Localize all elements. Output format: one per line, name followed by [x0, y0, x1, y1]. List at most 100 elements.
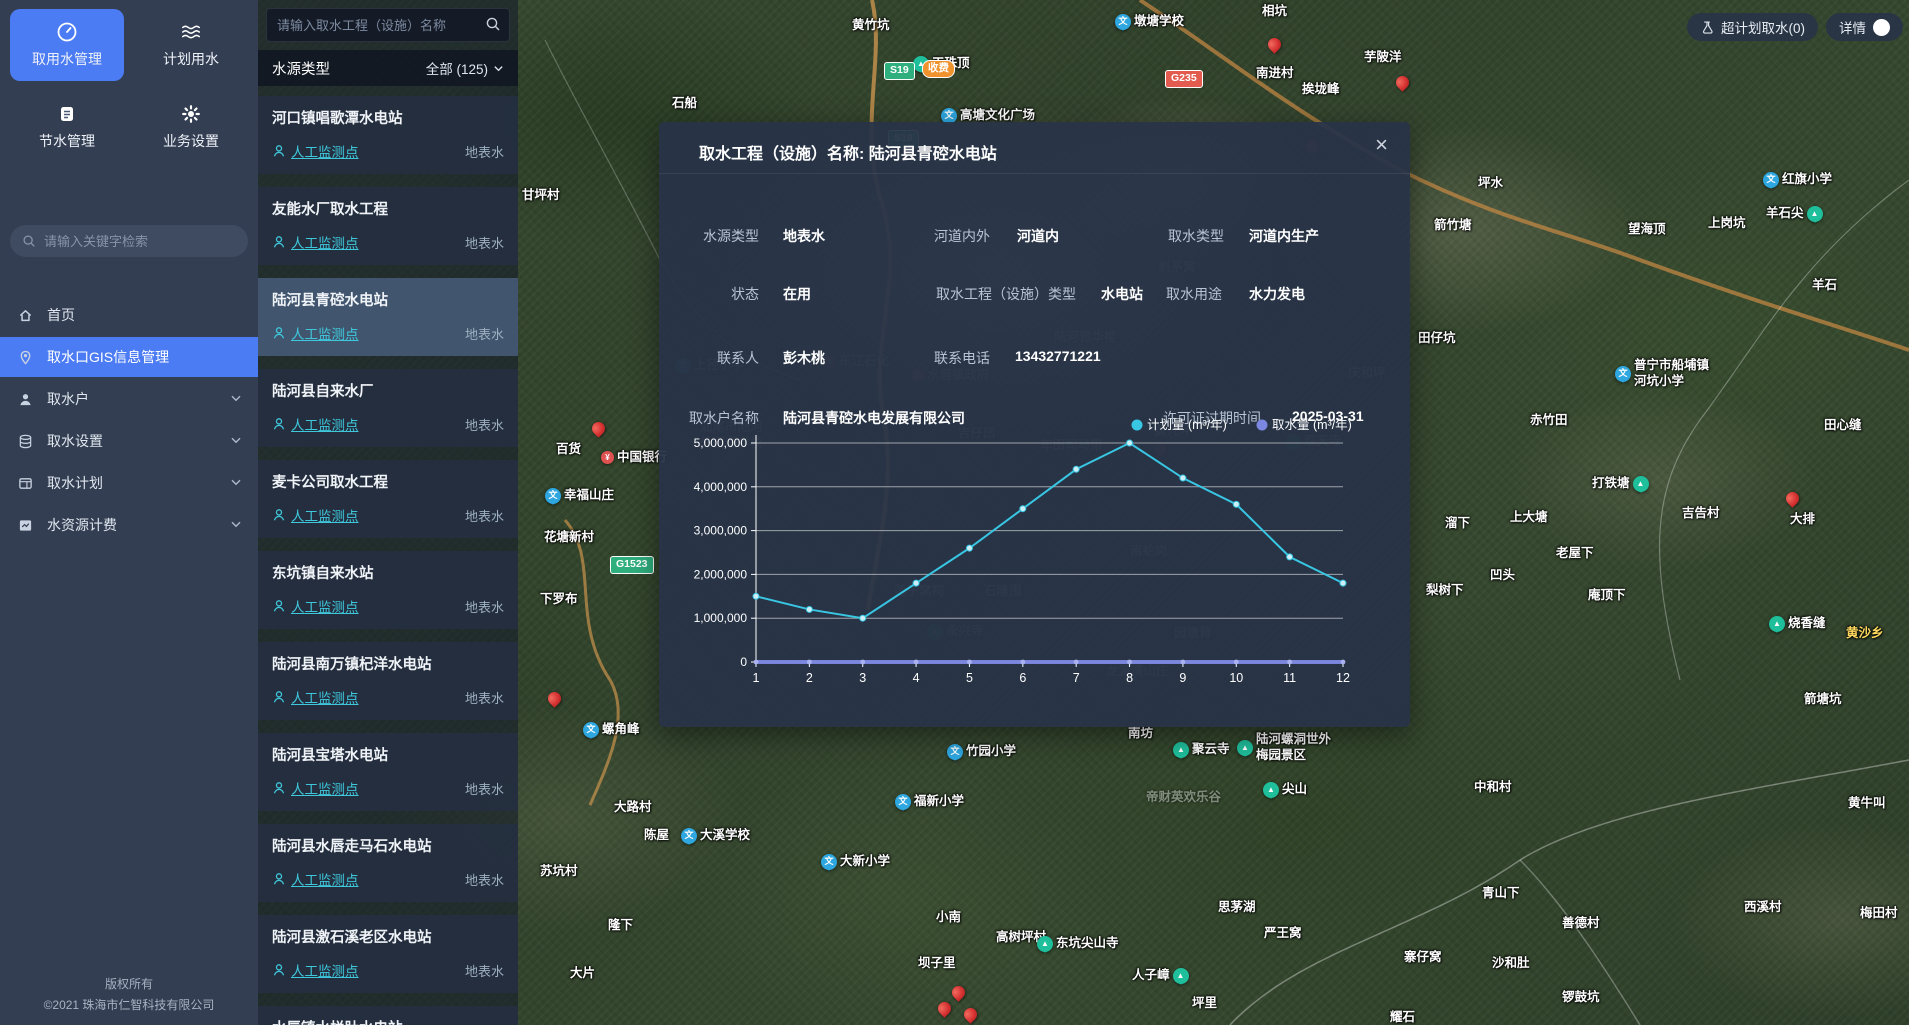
sidebar-item-3[interactable]: 取水户 [0, 379, 258, 419]
station-meta: 人工监测点 地表水 [272, 596, 504, 616]
svg-text:10: 10 [1229, 671, 1243, 685]
annual-water-chart: 01,000,0002,000,0003,000,0004,000,0005,0… [679, 414, 1379, 704]
road-minor-3 [1660, 180, 1909, 680]
sidebar-item-1[interactable]: 首页 [0, 295, 258, 335]
sidebar-item-label: 取水设置 [47, 431, 103, 451]
search-icon[interactable] [485, 16, 501, 37]
app-tile-1[interactable]: 取用水管理 [10, 9, 124, 81]
app-tile-2[interactable]: 计划用水 [134, 9, 248, 81]
scenic-pin-icon[interactable]: ▲ [1263, 782, 1279, 798]
monitor-type-link[interactable]: 人工监测点 [272, 960, 359, 980]
station-list-item[interactable]: 水唇镇水栏肚水电站人工监测点地表水 [258, 1006, 518, 1025]
station-name: 麦卡公司取水工程 [272, 471, 504, 492]
sidebar: 取用水管理计划用水节水管理业务设置 首页取水口GIS信息管理取水户取水设置取水计… [0, 0, 258, 1025]
person-icon [272, 781, 286, 795]
monitor-type-link[interactable]: 人工监测点 [272, 505, 359, 525]
station-list-item[interactable]: 陆河县激石溪老区水电站人工监测点地表水 [258, 915, 518, 993]
chevron-down-icon [230, 433, 242, 449]
svg-text:5,000,000: 5,000,000 [694, 436, 748, 450]
filter-value: 全部 (125) [426, 58, 488, 78]
station-meta: 人工监测点地表水 [272, 323, 504, 343]
board-icon [18, 475, 34, 491]
school-pin-icon[interactable]: 文 [895, 794, 911, 810]
chevron-down-icon [493, 63, 504, 74]
school-pin-icon[interactable]: 文 [545, 488, 561, 504]
filter-value-dropdown[interactable]: 全部 (125) [426, 58, 504, 78]
over-plan-water-button[interactable]: 超计划取水(0) [1687, 13, 1818, 41]
water-source-filter: 水源类型 全部 (125) [258, 50, 518, 86]
station-list-item[interactable]: 东坑镇自来水站人工监测点 地表水 [258, 551, 518, 629]
svg-text:2,000,000: 2,000,000 [694, 567, 748, 581]
scenic-pin-icon[interactable]: ▲ [1769, 616, 1785, 632]
close-icon[interactable]: × [1375, 134, 1388, 156]
monitor-type-link[interactable]: 人工监测点 [272, 596, 359, 616]
scenic-pin-icon[interactable]: ▲ [1807, 206, 1823, 222]
station-list-item[interactable]: 陆河县水唇走马石水电站人工监测点地表水 [258, 824, 518, 902]
svg-text:5: 5 [966, 671, 973, 685]
monitor-type-link[interactable]: 人工监测点 [272, 869, 359, 889]
monitor-type-link[interactable]: 人工监测点 [272, 687, 359, 707]
monitor-type-link[interactable]: 人工监测点 [272, 141, 359, 161]
scenic-pin-icon[interactable]: ▲ [1173, 742, 1189, 758]
field-value: 河道内生产 [1249, 226, 1319, 246]
school-pin-icon[interactable]: 文 [947, 744, 963, 760]
meter-icon [56, 21, 78, 43]
water-source-type: 地表水 [465, 506, 504, 525]
school-pin-icon[interactable]: 文 [1615, 366, 1631, 382]
field-value: 彭木桃 [783, 348, 825, 368]
sidebar-item-5[interactable]: 取水计划 [0, 463, 258, 503]
station-list-item[interactable]: 陆河县宝塔水电站人工监测点地表水 [258, 733, 518, 811]
station-list-item[interactable]: 河口镇唱歌潭水电站人工监测点地表水 [258, 96, 518, 174]
station-list-item[interactable]: 友能水厂取水工程人工监测点地表水 [258, 187, 518, 265]
scenic-pin-icon[interactable]: ▲ [1037, 936, 1053, 952]
scenic-pin-icon[interactable]: ▲ [1633, 476, 1649, 492]
person-icon [272, 690, 286, 704]
monitor-type-link[interactable]: 人工监测点 [272, 414, 359, 434]
sidebar-item-2[interactable]: 取水口GIS信息管理 [0, 337, 258, 377]
scenic-pin-icon[interactable]: ▲ [913, 56, 929, 72]
detail-toggle[interactable]: 详情 [1826, 13, 1903, 41]
monitor-type-link[interactable]: 人工监测点 [272, 323, 359, 343]
station-list-item[interactable]: 陆河县自来水厂人工监测点地表水 [258, 369, 518, 447]
sidebar-item-6[interactable]: 水资源计费 [0, 505, 258, 545]
water-source-type: 地表水 [465, 597, 504, 616]
sidebar-menu: 首页取水口GIS信息管理取水户取水设置取水计划水资源计费 [0, 295, 258, 545]
station-list-item[interactable]: 陆河县青硿水电站人工监测点地表水 [258, 278, 518, 356]
chevron-down-icon [230, 517, 242, 533]
station-list-item[interactable]: 陆河县南万镇杞洋水电站人工监测点地表水 [258, 642, 518, 720]
school-pin-icon[interactable]: 文 [1115, 14, 1131, 30]
monitor-type-link[interactable]: 人工监测点 [272, 778, 359, 798]
sidebar-item-4[interactable]: 取水设置 [0, 421, 258, 461]
svg-text:计划量 (m³/年): 计划量 (m³/年) [1147, 418, 1227, 432]
station-search-input[interactable] [266, 8, 510, 42]
monitor-type-link[interactable]: 人工监测点 [272, 232, 359, 252]
station-list-item[interactable]: 麦卡公司取水工程人工监测点 地表水 [258, 460, 518, 538]
person-icon [272, 235, 286, 249]
sidebar-search-input[interactable] [44, 234, 224, 249]
station-meta: 人工监测点地表水 [272, 778, 504, 798]
user-icon [18, 391, 34, 407]
station-name: 东坑镇自来水站 [272, 562, 504, 583]
field-row: 水源类型 地表水 河道内外 河道内 取水类型 河道内生产 [659, 226, 1410, 248]
svg-text:3,000,000: 3,000,000 [694, 524, 748, 538]
tile-label: 业务设置 [163, 131, 219, 151]
sidebar-item-label: 取水口GIS信息管理 [47, 347, 169, 367]
station-name: 陆河县自来水厂 [272, 380, 504, 401]
station-meta: 人工监测点地表水 [272, 232, 504, 252]
field-value: 在用 [783, 284, 811, 304]
person-icon [272, 963, 286, 977]
station-name: 河口镇唱歌潭水电站 [272, 107, 504, 128]
school-pin-icon[interactable]: 文 [821, 854, 837, 870]
school-pin-icon[interactable]: 文 [681, 828, 697, 844]
toggle-knob[interactable] [1873, 19, 1890, 36]
svg-text:0: 0 [740, 655, 747, 669]
field-value: 水电站 [1101, 284, 1143, 304]
station-meta: 人工监测点地表水 [272, 141, 504, 161]
school-pin-icon[interactable]: 文 [583, 722, 599, 738]
scenic-pin-icon[interactable]: ▲ [1237, 740, 1253, 756]
app-tile-4[interactable]: 业务设置 [134, 91, 248, 163]
field-value: 河道内 [1017, 226, 1059, 246]
app-tile-3[interactable]: 节水管理 [10, 91, 124, 163]
scenic-pin-icon[interactable]: ▲ [1173, 968, 1189, 984]
school-pin-icon[interactable]: 文 [1763, 172, 1779, 188]
